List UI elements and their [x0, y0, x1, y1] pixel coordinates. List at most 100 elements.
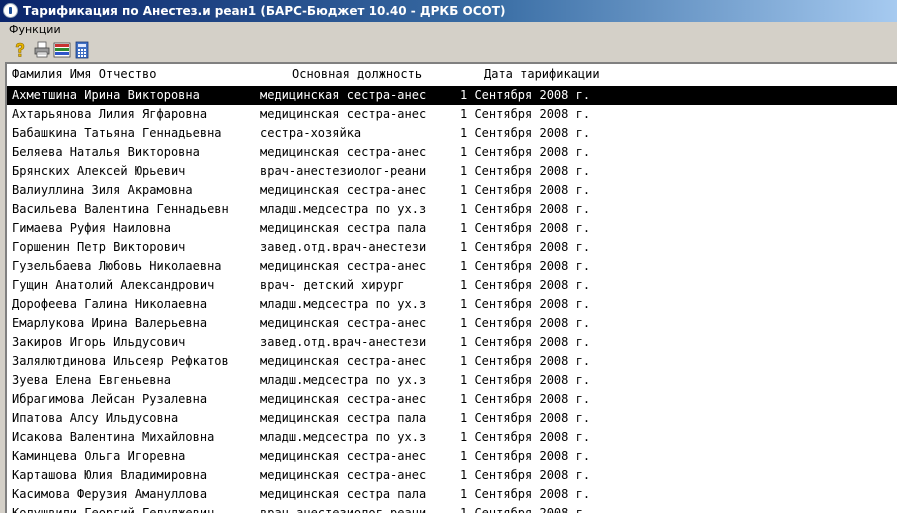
- list-item-name: Ипатова Алсу Ильдусовна: [12, 411, 179, 425]
- list-item-name: Закиров Игорь Ильдусович: [12, 335, 186, 349]
- list-item-name: Дорофеева Галина Николаевна: [12, 297, 208, 311]
- print-icon[interactable]: [33, 41, 51, 59]
- list-item[interactable]: Емарлукова Ирина Валерьевна медицинская с…: [7, 314, 897, 333]
- list-item[interactable]: Валиуллина Зиля Акрамовна медицинская сес…: [7, 181, 897, 200]
- list-item-name: Карташова Юлия Владимировна: [12, 468, 208, 482]
- list-rows: Ахметшина Ирина Викторовна медицинская се…: [7, 86, 897, 513]
- list-item-position: врач- детский хирург: [260, 278, 405, 292]
- list-item-date: 1 Сентября 2008 г.: [460, 449, 591, 463]
- list-item[interactable]: Закиров Игорь Ильдусович завед.отд.врач-а…: [7, 333, 897, 352]
- list-item[interactable]: Ахтарьянова Лилия Ягфаровна медицинская с…: [7, 105, 897, 124]
- list-item-name: Залялютдинова Ильсеяр Рефкатов: [12, 354, 229, 368]
- list-item-date: 1 Сентября 2008 г.: [460, 506, 591, 513]
- list-item-position: медицинская сестра-анес: [260, 259, 427, 273]
- list-item-position: сестра-хозяйка: [260, 126, 362, 140]
- list-item-position: медицинская сестра-анес: [260, 107, 427, 121]
- column-header-date[interactable]: Дата тарификации: [484, 64, 600, 84]
- list-item-position: врач-анестезиолог-реани: [260, 506, 427, 513]
- list-item-name: Васильева Валентина Геннадьевн: [12, 202, 229, 216]
- list-item[interactable]: Бабашкина Татьяна Геннадьевна сестра-хозя…: [7, 124, 897, 143]
- list-item-position: медицинская сестра-анес: [260, 468, 427, 482]
- list-item-name: Гузельбаева Любовь Николаевна: [12, 259, 222, 273]
- list-item-date: 1 Сентября 2008 г.: [460, 88, 591, 102]
- list-item-date: 1 Сентября 2008 г.: [460, 126, 591, 140]
- list-item-position: медицинская сестра-анес: [260, 354, 427, 368]
- list-item-position: медицинская сестра пала: [260, 487, 427, 501]
- title-bar[interactable]: Тарификация по Анестез.и реан1 (БАРС-Бюд…: [0, 0, 897, 22]
- list-item-date: 1 Сентября 2008 г.: [460, 316, 591, 330]
- list-item-name: Зуева Елена Евгеньевна: [12, 373, 171, 387]
- toolbar: [0, 38, 897, 62]
- list-item[interactable]: Зуева Елена Евгеньевна младш.медсестра по…: [7, 371, 897, 390]
- list-item-date: 1 Сентября 2008 г.: [460, 392, 591, 406]
- list-item[interactable]: Ипатова Алсу Ильдусовна медицинская сестр…: [7, 409, 897, 428]
- list-item-date: 1 Сентября 2008 г.: [460, 430, 591, 444]
- list-item-name: Касимова Ферузия Амануллова: [12, 487, 208, 501]
- list-item-date: 1 Сентября 2008 г.: [460, 240, 591, 254]
- list-item[interactable]: Горшенин Петр Викторович завед.отд.врач-а…: [7, 238, 897, 257]
- list-item-position: медицинская сестра-анес: [260, 145, 427, 159]
- list-item-date: 1 Сентября 2008 г.: [460, 259, 591, 273]
- list-item[interactable]: Касимова Ферузия Амануллова медицинская с…: [7, 485, 897, 504]
- list-item-name: Каминцева Ольга Игоревна: [12, 449, 186, 463]
- menu-functions[interactable]: Функции: [9, 22, 61, 38]
- column-header-name[interactable]: Фамилия Имя Отчество: [12, 64, 157, 84]
- list-item-date: 1 Сентября 2008 г.: [460, 202, 591, 216]
- list-item[interactable]: Гимаева Руфия Наиловна медицинская сестра…: [7, 219, 897, 238]
- calculator-icon[interactable]: [73, 41, 91, 59]
- list-item-position: младш.медсестра по ух.з: [260, 430, 427, 444]
- employee-list[interactable]: Фамилия Имя Отчество Основная должность …: [5, 62, 897, 513]
- list-item[interactable]: Карташова Юлия Владимировна медицинская с…: [7, 466, 897, 485]
- list-item-name: Емарлукова Ирина Валерьевна: [12, 316, 208, 330]
- list-item-position: завед.отд.врач-анестези: [260, 335, 427, 349]
- list-item[interactable]: Дорофеева Галина Николаевна младш.медсест…: [7, 295, 897, 314]
- app-icon[interactable]: [3, 3, 18, 18]
- list-item-name: Ибрагимова Лейсан Рузалевна: [12, 392, 208, 406]
- list-item-date: 1 Сентября 2008 г.: [460, 183, 591, 197]
- list-item[interactable]: Гущин Анатолий Александрович врач- детски…: [7, 276, 897, 295]
- list-item-date: 1 Сентября 2008 г.: [460, 487, 591, 501]
- help-icon[interactable]: [11, 41, 29, 59]
- list-item-name: Гимаева Руфия Наиловна: [12, 221, 171, 235]
- list-item-name: Ахтарьянова Лилия Ягфаровна: [12, 107, 208, 121]
- list-item-position: младш.медсестра по ух.з: [260, 297, 427, 311]
- list-item-position: завед.отд.врач-анестези: [260, 240, 427, 254]
- menu-bar: Функции: [0, 22, 897, 38]
- list-item-name: Валиуллина Зиля Акрамовна: [12, 183, 193, 197]
- column-header-position[interactable]: Основная должность: [292, 64, 422, 84]
- list-item-name: Ахметшина Ирина Викторовна: [12, 88, 200, 102]
- list-item[interactable]: Ахметшина Ирина Викторовна медицинская се…: [7, 86, 897, 105]
- list-item[interactable]: Каминцева Ольга Игоревна медицинская сест…: [7, 447, 897, 466]
- list-item-date: 1 Сентября 2008 г.: [460, 468, 591, 482]
- list-item-position: врач-анестезиолог-реани: [260, 164, 427, 178]
- list-item-name: Горшенин Петр Викторович: [12, 240, 186, 254]
- list-item[interactable]: Исакова Валентина Михайловна младш.медсес…: [7, 428, 897, 447]
- list-item-position: медицинская сестра-анес: [260, 449, 427, 463]
- list-item-date: 1 Сентября 2008 г.: [460, 221, 591, 235]
- list-item-position: медицинская сестра-анес: [260, 183, 427, 197]
- list-item-date: 1 Сентября 2008 г.: [460, 354, 591, 368]
- list-item-position: медицинская сестра-анес: [260, 392, 427, 406]
- list-item-position: младш.медсестра по ух.з: [260, 373, 427, 387]
- list-item[interactable]: Брянских Алексей Юрьевич врач-анестезиоло…: [7, 162, 897, 181]
- list-item-name: Бабашкина Татьяна Геннадьевна: [12, 126, 222, 140]
- list-item-position: медицинская сестра пала: [260, 221, 427, 235]
- window-title: Тарификация по Анестез.и реан1 (БАРС-Бюд…: [23, 4, 506, 18]
- list-item-position: младш.медсестра по ух.з: [260, 202, 427, 216]
- list-header: Фамилия Имя Отчество Основная должность …: [7, 64, 897, 84]
- list-item-date: 1 Сентября 2008 г.: [460, 335, 591, 349]
- list-item-name: Колушвили Георгий Гедуджевич: [12, 506, 215, 513]
- list-item[interactable]: Гузельбаева Любовь Николаевна медицинская…: [7, 257, 897, 276]
- list-item[interactable]: Колушвили Георгий Гедуджевич врач-анестез…: [7, 504, 897, 513]
- list-item[interactable]: Ибрагимова Лейсан Рузалевна медицинская с…: [7, 390, 897, 409]
- list-item-date: 1 Сентября 2008 г.: [460, 297, 591, 311]
- list-item[interactable]: Залялютдинова Ильсеяр Рефкатов медицинска…: [7, 352, 897, 371]
- list-item[interactable]: Васильева Валентина Геннадьевн младш.медс…: [7, 200, 897, 219]
- list-item-name: Брянских Алексей Юрьевич: [12, 164, 186, 178]
- list-item-date: 1 Сентября 2008 г.: [460, 411, 591, 425]
- list-icon[interactable]: [53, 41, 71, 59]
- list-item-date: 1 Сентября 2008 г.: [460, 278, 591, 292]
- list-item[interactable]: Беляева Наталья Викторовна медицинская се…: [7, 143, 897, 162]
- list-item-position: медицинская сестра пала: [260, 411, 427, 425]
- list-item-date: 1 Сентября 2008 г.: [460, 145, 591, 159]
